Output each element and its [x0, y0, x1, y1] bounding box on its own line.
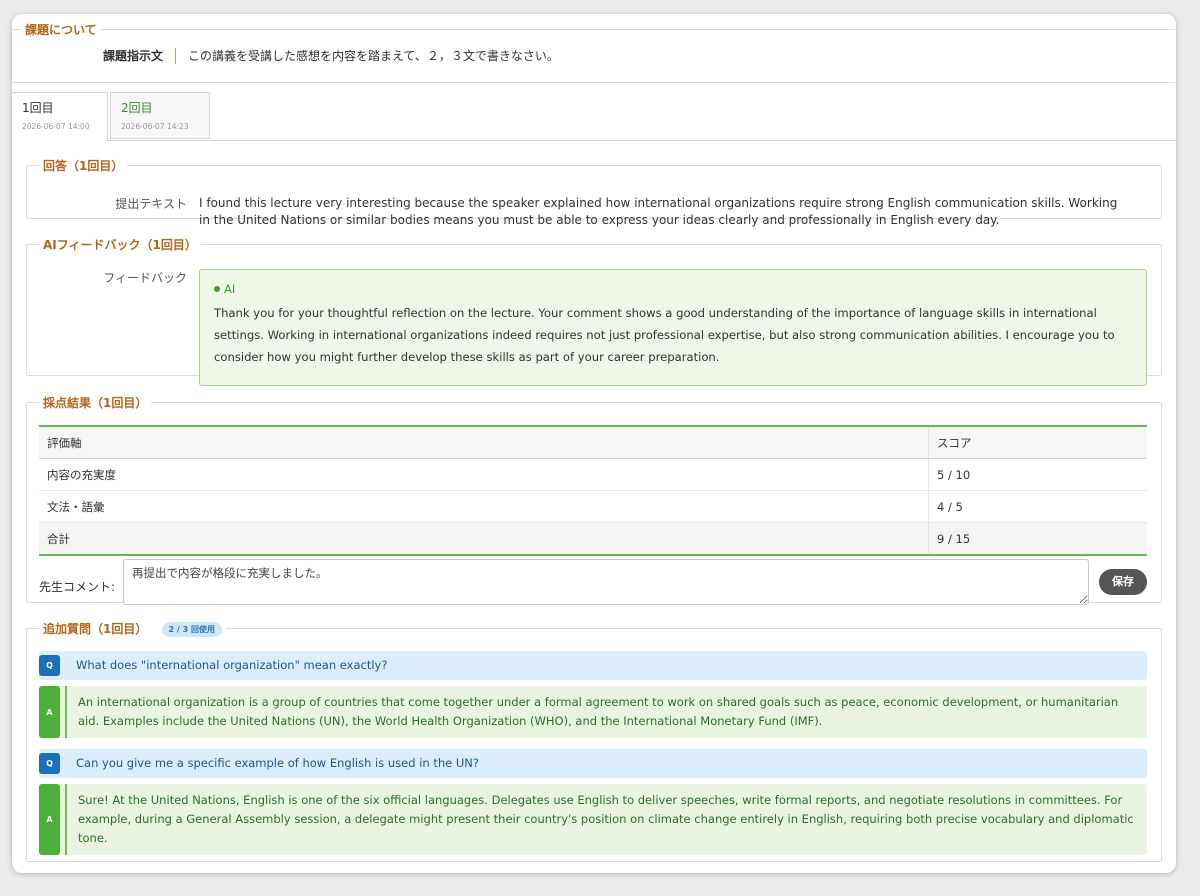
status-dot-icon [214, 286, 220, 292]
row-score: 4 / 5 [928, 490, 1147, 523]
save-button[interactable]: 保存 [1099, 569, 1147, 595]
usage-badge: 2 / 3 回使用 [161, 622, 222, 637]
submitted-text-label: 提出テキスト [115, 197, 187, 211]
qa-pair: Q Can you give me a specific example of … [39, 749, 1147, 855]
followup-questions-title: 追加質問（1回目） 2 / 3 回使用 [39, 620, 226, 637]
feedback-box: AI Thank you for your thoughtful reflect… [199, 269, 1147, 386]
ai-feedback-section: AIフィードバック（1回目） フィードバック AI Thank you for … [26, 236, 1162, 386]
header-score: スコア [928, 425, 1147, 459]
total-score: 9 / 15 [928, 522, 1147, 556]
tab-date: 2026-06-07 14:23 [121, 122, 189, 131]
tab-attempt-2[interactable]: 2回目 2026-06-07 14:23 [110, 92, 210, 139]
feedback-text: Thank you for your thoughtful reflection… [214, 306, 1115, 364]
answer-row: A Sure! At the United Nations, English i… [39, 784, 1147, 855]
score-section-title: 採点結果（1回目） [43, 396, 148, 410]
qa-pair: Q What does "international organization"… [39, 651, 1147, 738]
task-section-title: 課題について [25, 23, 97, 37]
question-row: Q What does "international organization"… [39, 651, 1147, 680]
tab-label: 1回目 [22, 101, 54, 115]
question-icon: Q [39, 655, 60, 676]
answer-icon: A [39, 686, 60, 738]
row-axis: 内容の充実度 [39, 458, 929, 491]
question-text: Can you give me a specific example of ho… [76, 756, 479, 770]
score-section: 採点結果（1回目） 評価軸 スコア 内容の充実度 5 / 10 文法・語彙 4 … [26, 394, 1162, 605]
answer-icon: A [39, 784, 60, 855]
teacher-comment-input[interactable]: 再提出で内容が格段に充実しました。 [123, 559, 1089, 605]
tab-label: 2回目 [121, 101, 153, 115]
question-row: Q Can you give me a specific example of … [39, 749, 1147, 778]
ai-feedback-section-title: AIフィードバック（1回目） [43, 238, 197, 252]
row-score: 5 / 10 [928, 458, 1147, 491]
feedback-source-label: AI [224, 282, 236, 296]
total-row: 合計 9 / 15 [39, 522, 1147, 556]
question-text: What does "international organization" m… [76, 658, 388, 672]
task-row: 課題指示文 この講義を受講した感想を内容を踏まえて、２，３文で書きなさい。 [103, 47, 559, 64]
row-axis: 文法・語彙 [39, 490, 929, 523]
followup-questions-section: 追加質問（1回目） 2 / 3 回使用 Q What does "interna… [26, 620, 1162, 862]
feedback-source: AI [214, 282, 1132, 296]
answer-accent-bar [65, 784, 67, 855]
tab-attempt-1[interactable]: 1回目 2026-06-07 14:00 [12, 92, 108, 141]
answer-section: 回答（1回目） 提出テキスト I found this lecture very… [26, 157, 1162, 227]
tab-date: 2026-06-07 14:00 [22, 122, 90, 131]
teacher-comment-label: 先生コメント: [39, 580, 116, 594]
answer-text: An international organization is a group… [78, 695, 1119, 728]
followup-section-title: 追加質問（1回目） [43, 622, 148, 636]
table-row: 内容の充実度 5 / 10 [39, 458, 1147, 491]
total-label: 合計 [39, 522, 929, 556]
feedback-label: フィードバック [103, 271, 187, 285]
question-icon: Q [39, 753, 60, 774]
task-section: 課題について 課題指示文 この講義を受講した感想を内容を踏まえて、２，３文で書き… [12, 21, 1176, 83]
table-header-row: 評価軸 スコア [39, 425, 1147, 459]
assignment-card: 課題について 課題指示文 この講義を受講した感想を内容を踏まえて、２，３文で書き… [12, 14, 1176, 873]
task-label: 課題指示文 [103, 47, 177, 64]
answer-row: A An international organization is a gro… [39, 686, 1147, 738]
header-axis: 評価軸 [39, 425, 929, 459]
table-row: 文法・語彙 4 / 5 [39, 490, 1147, 523]
task-instruction: この講義を受講した感想を内容を踏まえて、２，３文で書きなさい。 [188, 49, 559, 63]
score-table: 評価軸 スコア 内容の充実度 5 / 10 文法・語彙 4 / 5 合計 9 /… [39, 425, 1147, 556]
answer-section-title: 回答（1回目） [43, 159, 124, 173]
attempt-tabs: 1回目 2026-06-07 14:00 2回目 2026-06-07 14:2… [12, 92, 1176, 141]
answer-text: Sure! At the United Nations, English is … [78, 793, 1134, 845]
submitted-text: I found this lecture very interesting be… [199, 196, 1118, 227]
answer-accent-bar [65, 686, 67, 738]
